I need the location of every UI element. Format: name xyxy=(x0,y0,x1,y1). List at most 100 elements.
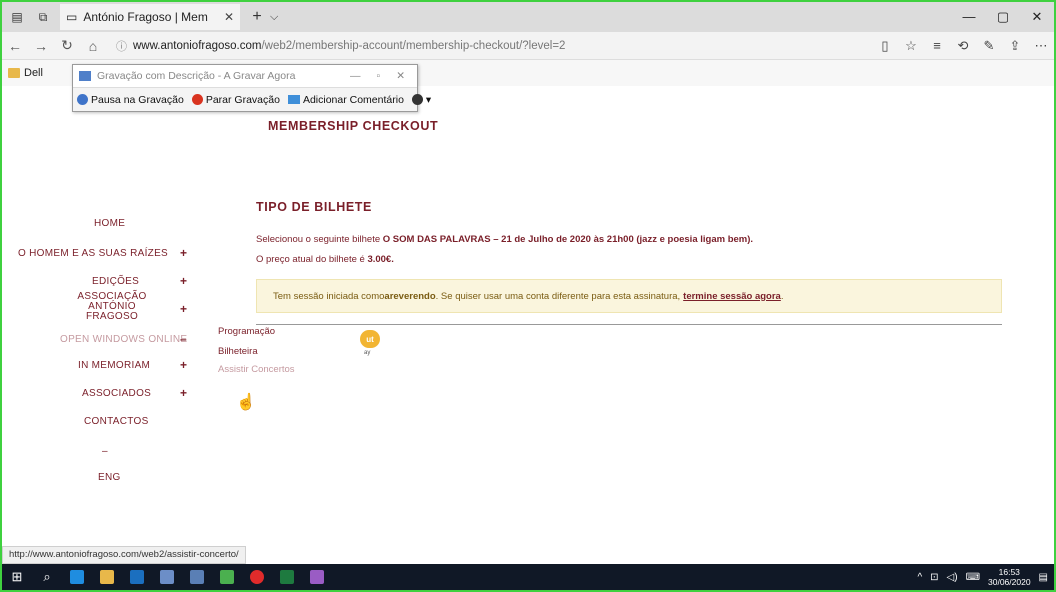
submenu-bilheteira[interactable]: Bilheteira xyxy=(218,346,258,357)
logout-link[interactable]: termine sessão agora xyxy=(683,291,781,302)
page-title: MEMBERSHIP CHECKOUT xyxy=(268,119,439,133)
nav-home[interactable]: HOME xyxy=(94,218,125,229)
close-window-button[interactable]: ✕ xyxy=(1020,9,1054,25)
outlook-icon[interactable] xyxy=(122,564,152,590)
minimize-button[interactable]: — xyxy=(952,9,986,25)
comment-icon xyxy=(287,95,300,104)
ticket-name: O SOM DAS PALAVRAS – 21 de Julho de 2020… xyxy=(382,234,754,245)
hand-cursor-icon: ☝ xyxy=(236,394,256,411)
app-icon[interactable] xyxy=(302,564,332,590)
submenu-programacao[interactable]: Programação xyxy=(218,326,275,337)
system-tray: ^ ⊡ ◁) ⌨ 16:53 30/06/2020 ▤ xyxy=(917,567,1054,587)
new-tab-button[interactable]: + xyxy=(248,8,266,26)
more-icon[interactable]: ⋯ xyxy=(1028,38,1054,54)
nav-separator: – xyxy=(102,446,108,457)
volume-icon[interactable]: ◁) xyxy=(947,572,958,583)
session-notice: Tem sessão iniciada como areverendo. Se … xyxy=(256,279,1002,313)
nav-open-windows-collapse-icon[interactable]: – xyxy=(180,332,187,346)
nav-associacao-expand-icon[interactable]: + xyxy=(180,302,187,316)
tray-chevron-icon[interactable]: ^ xyxy=(917,572,922,583)
pause-recording-button[interactable]: Pausa na Gravação xyxy=(77,94,184,106)
recorder-minimize-button[interactable]: — xyxy=(350,70,361,82)
nav-in-memoriam[interactable]: IN MEMORIAM xyxy=(78,360,150,371)
recorder-task-icon[interactable] xyxy=(182,564,212,590)
pause-icon xyxy=(77,94,88,105)
status-url: http://www.antoniofragoso.com/web2/assis… xyxy=(2,546,246,564)
divider xyxy=(256,324,1002,325)
history-icon[interactable]: ⟲ xyxy=(950,38,976,54)
pen-icon[interactable]: ✎ xyxy=(976,38,1002,54)
nav-contactos[interactable]: CONTACTOS xyxy=(84,416,149,427)
help-button[interactable]: ▾ xyxy=(411,93,432,106)
nav-edicoes-expand-icon[interactable]: + xyxy=(180,274,187,288)
tab-list-chevron-icon[interactable]: ⌵ xyxy=(270,11,278,24)
taskbar: ⊞ ⌕ ^ ⊡ ◁) ⌨ 16:53 30/06/2020 ▤ xyxy=(2,564,1054,590)
price-value: 3.00€. xyxy=(367,254,394,265)
price-description: O preço atual do bilhete é 3.00€. xyxy=(256,254,394,265)
back-arrow-icon[interactable]: ← xyxy=(2,38,28,54)
home-icon[interactable]: ⌂ xyxy=(80,38,106,54)
tab-actions-icon[interactable]: ▤ xyxy=(6,7,28,27)
restore-button[interactable]: ▢ xyxy=(986,9,1020,25)
nav-in-memoriam-expand-icon[interactable]: + xyxy=(180,358,187,372)
url-path: /web2/membership-account/membership-chec… xyxy=(261,39,566,52)
recorder-app-icon xyxy=(79,71,91,81)
people-icon[interactable] xyxy=(152,564,182,590)
forward-arrow-icon[interactable]: → xyxy=(28,38,54,54)
page-content: MEMBERSHIP CHECKOUT HOME O HOMEM E AS SU… xyxy=(2,86,1054,546)
ticket-description: Selecionou o seguinte bilhete O SOM DAS … xyxy=(256,234,754,245)
recorder-close-button[interactable]: ✕ xyxy=(396,70,405,82)
excel-icon[interactable] xyxy=(272,564,302,590)
ticket-heading: TIPO DE BILHETE xyxy=(256,200,372,214)
close-tab-icon[interactable]: ✕ xyxy=(224,10,234,24)
file-explorer-icon[interactable] xyxy=(92,564,122,590)
paypal-badge[interactable]: ut xyxy=(360,330,380,348)
recording-window: Gravação com Descrição - A Gravar Agora … xyxy=(72,64,431,112)
share-icon[interactable]: ⇪ xyxy=(1002,38,1028,54)
browser-tab[interactable]: ▭ António Fragoso | Mem ✕ xyxy=(60,4,240,30)
submenu-assistir-concertos[interactable]: Assistir Concertos xyxy=(218,364,295,375)
address-bar: ← → ↻ ⌂ ⓘ www.antoniofragoso.com/web2/me… xyxy=(2,32,1054,60)
windows-start-icon[interactable]: ⊞ xyxy=(2,564,32,590)
page-icon: ▭ xyxy=(66,10,78,24)
url-field[interactable]: ⓘ www.antoniofragoso.com/web2/membership… xyxy=(116,38,816,54)
favorite-star-icon[interactable]: ☆ xyxy=(898,38,924,54)
clock[interactable]: 16:53 30/06/2020 xyxy=(988,567,1031,587)
network-icon[interactable]: ⊡ xyxy=(930,572,938,583)
favorite-dell[interactable]: Dell xyxy=(24,67,43,79)
url-domain: www.antoniofragoso.com xyxy=(133,39,262,52)
tab-preview-icon[interactable]: ⧉ xyxy=(32,7,54,27)
nav-open-windows[interactable]: OPEN WINDOWS ONLINE xyxy=(60,334,187,345)
search-icon[interactable]: ⌕ xyxy=(32,564,62,590)
help-icon xyxy=(411,94,423,105)
clock-time: 16:53 xyxy=(998,567,1020,577)
nav-homem-expand-icon[interactable]: + xyxy=(180,246,187,260)
info-icon[interactable]: ⓘ xyxy=(116,38,127,54)
paint-icon[interactable] xyxy=(212,564,242,590)
notifications-icon[interactable]: ▤ xyxy=(1039,572,1048,583)
chevron-down-icon: ▾ xyxy=(425,93,432,106)
nav-homem[interactable]: O HOMEM E AS SUAS RAÍZES xyxy=(18,248,168,259)
nav-associados[interactable]: ASSOCIADOS xyxy=(82,388,151,399)
add-comment-button[interactable]: Adicionar Comentário xyxy=(287,94,404,106)
badge-caption: ay xyxy=(364,350,371,356)
session-user: areverendo xyxy=(384,290,436,302)
edge-icon[interactable] xyxy=(62,564,92,590)
reading-view-icon[interactable]: ▯ xyxy=(872,38,898,54)
clock-date: 30/06/2020 xyxy=(988,577,1031,587)
stop-recording-button[interactable]: Parar Gravação xyxy=(191,94,280,106)
nav-associacao[interactable]: ASSOCIAÇÃO ANTÓNIO FRAGOSO xyxy=(62,292,162,322)
nav-eng[interactable]: ENG xyxy=(98,472,121,483)
nav-edicoes[interactable]: EDIÇÕES xyxy=(92,276,139,287)
folder-icon xyxy=(8,68,20,78)
tab-bar: ▤ ⧉ ▭ António Fragoso | Mem ✕ + ⌵ — ▢ ✕ xyxy=(2,2,1054,32)
favorites-hub-icon[interactable]: ≡ xyxy=(924,38,950,53)
recorder-title: Gravação com Descrição - A Gravar Agora xyxy=(97,70,296,82)
nav-associados-expand-icon[interactable]: + xyxy=(180,386,187,400)
recorder-maximize-button[interactable]: ▫ xyxy=(376,70,380,82)
stop-icon xyxy=(191,94,203,105)
keyboard-icon[interactable]: ⌨ xyxy=(966,572,980,583)
refresh-icon[interactable]: ↻ xyxy=(54,37,80,54)
opera-icon[interactable] xyxy=(242,564,272,590)
tab-title: António Fragoso | Mem xyxy=(83,10,208,24)
